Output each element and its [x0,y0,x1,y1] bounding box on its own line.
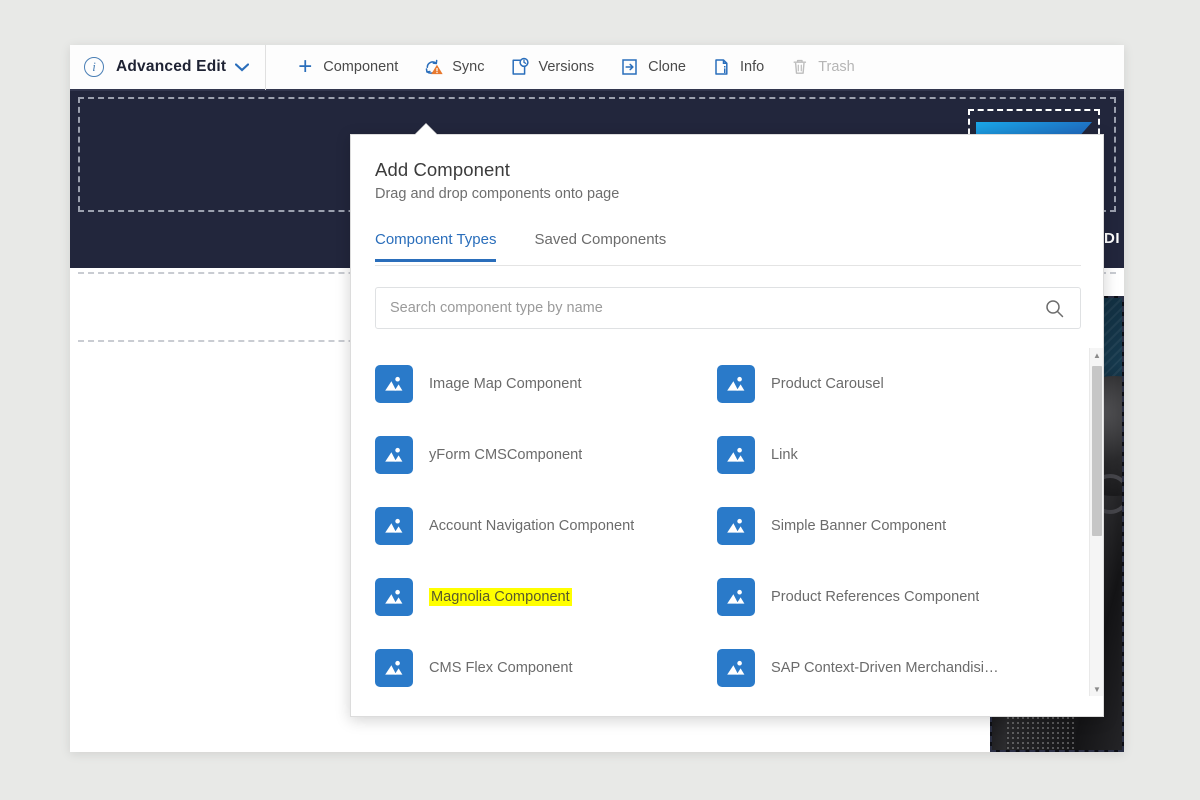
scroll-down-arrow-icon[interactable]: ▼ [1090,682,1104,696]
component-list-item-label: Magnolia Component [429,588,572,606]
smartedit-toolbar: i Advanced Edit + Component [70,45,1124,91]
popover-title: Add Component [375,159,510,181]
component-list-item[interactable]: yForm CMSComponent [375,419,717,490]
image-component-icon [375,436,413,474]
toolbar-item-sync[interactable]: Sync [411,45,497,90]
plus-icon: + [295,57,315,77]
component-list-item-label: Account Navigation Component [429,518,634,534]
component-list-item-label: yForm CMSComponent [429,447,582,463]
toolbar-item-versions[interactable]: Versions [497,45,607,90]
advanced-edit-control[interactable]: i Advanced Edit [70,45,266,90]
component-list-item-label: Product References Component [771,589,979,605]
nav-item-digital-label: DI [1104,230,1120,247]
scroll-up-arrow-icon[interactable]: ▲ [1090,348,1104,362]
scrollbar-thumb[interactable] [1092,366,1102,536]
component-grid: Image Map Component Product Carousel yForm… [375,348,1059,696]
toolbar-item-info[interactable]: Info [699,45,777,90]
sync-warning-icon [424,57,444,77]
component-list-item-label: Link [771,447,798,463]
toolbar-item-versions-label: Versions [538,59,594,75]
image-component-icon [375,507,413,545]
trash-icon [790,57,810,77]
toolbar-item-sync-label: Sync [452,59,484,75]
image-component-icon [375,578,413,616]
component-list-item-label: SAP Context-Driven Merchandisi… [771,660,999,676]
toolbar-item-info-label: Info [740,59,764,75]
advanced-edit-label: Advanced Edit [116,58,226,76]
toolbar-actions: + Component [266,45,867,90]
image-component-icon [717,649,755,687]
toolbar-item-trash[interactable]: Trash [777,45,868,90]
component-list-item[interactable]: Product References Component [717,561,1059,632]
image-component-icon [375,365,413,403]
search-field[interactable] [375,287,1081,329]
add-component-popover: Add Component Drag and drop components o… [350,134,1104,717]
toolbar-item-component[interactable]: + Component [282,45,411,90]
toolbar-item-trash-label: Trash [818,59,855,75]
component-list-item[interactable]: SAP Context-Driven Merchandisi… [717,632,1059,696]
chevron-down-icon [235,61,249,74]
component-list: Image Map Component Product Carousel yForm… [375,348,1081,696]
info-circle-icon: i [84,57,104,77]
image-component-icon [717,578,755,616]
app-window: i Advanced Edit + Component [70,45,1124,752]
popover-arrow [415,124,437,135]
tab-component-types[interactable]: Component Types [375,231,496,262]
component-list-item[interactable]: Product Carousel [717,348,1059,419]
image-component-icon [717,507,755,545]
component-list-item-label: Product Carousel [771,376,884,392]
popover-tabs: Component Types Saved Components [375,231,1081,266]
component-list-item[interactable]: CMS Flex Component [375,632,717,696]
image-component-icon [717,365,755,403]
nav-item-digital[interactable]: DI [1104,230,1120,247]
component-list-item[interactable]: Magnolia Component [375,561,717,632]
component-list-item[interactable]: Account Navigation Component [375,490,717,561]
popover-subtitle: Drag and drop components onto page [375,186,619,202]
component-list-item[interactable]: Image Map Component [375,348,717,419]
clone-arrow-icon [620,57,640,77]
tab-saved-components[interactable]: Saved Components [534,231,666,259]
component-list-item[interactable]: Link [717,419,1059,490]
component-list-scrollbar[interactable]: ▲ ▼ [1089,348,1103,696]
toolbar-item-component-label: Component [323,59,398,75]
component-list-item-label: Simple Banner Component [771,518,946,534]
search-input[interactable] [376,300,1045,316]
versions-clock-icon [510,57,530,77]
toolbar-item-clone-label: Clone [648,59,686,75]
component-list-item-label: CMS Flex Component [429,660,573,676]
component-list-item-label: Image Map Component [429,376,582,392]
component-list-item[interactable]: Simple Banner Component [717,490,1059,561]
info-page-icon [712,57,732,77]
image-component-icon [375,649,413,687]
image-component-icon [717,436,755,474]
search-icon[interactable] [1045,299,1064,318]
screen-root: i Advanced Edit + Component [0,0,1200,800]
toolbar-item-clone[interactable]: Clone [607,45,699,90]
